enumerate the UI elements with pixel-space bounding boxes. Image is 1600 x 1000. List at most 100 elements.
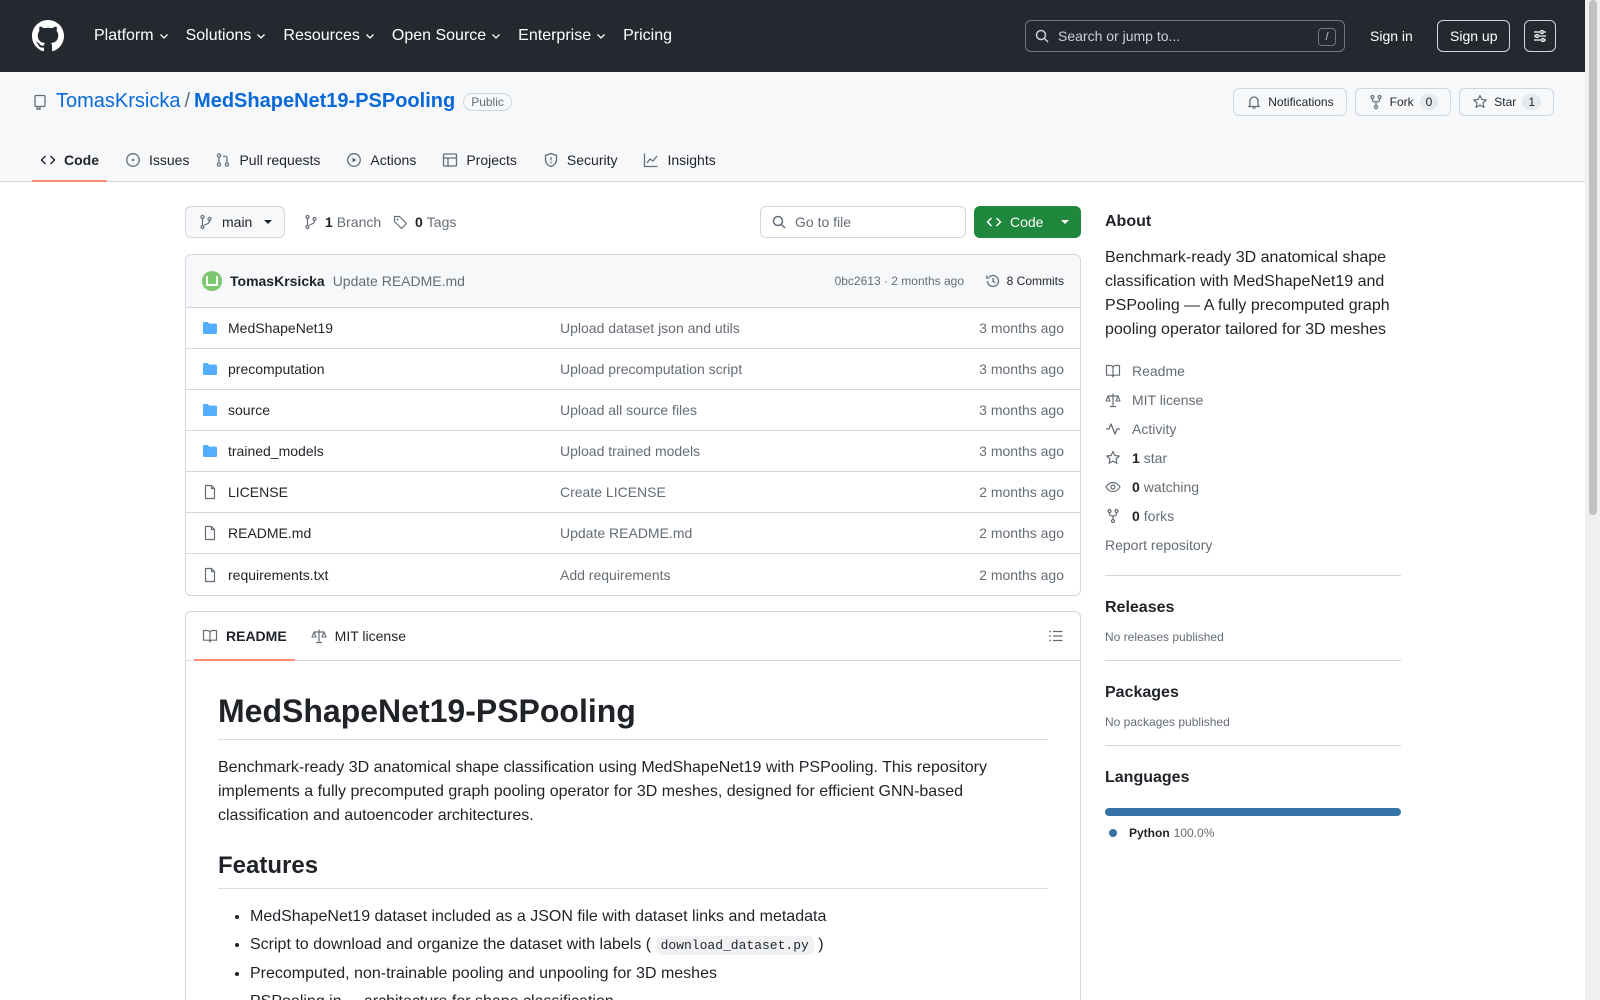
repo-owner-link[interactable]: TomasKrsicka [56, 90, 180, 113]
watchers-link[interactable]: 0 watching [1105, 472, 1401, 501]
stars-link[interactable]: 1 star [1105, 443, 1401, 472]
bell-icon [1248, 96, 1261, 109]
report-repository-link[interactable]: Report repository [1105, 530, 1401, 559]
nav-label: Solutions [185, 27, 252, 44]
tab-security[interactable]: Security [535, 138, 626, 182]
file-name[interactable]: README.md [228, 525, 311, 541]
file-row[interactable]: precomputation Upload precomputation scri… [186, 349, 1080, 390]
file-name[interactable]: source [228, 402, 270, 418]
tab-insights[interactable]: Insights [635, 138, 723, 182]
language-item[interactable]: Python 100.0% [1105, 826, 1401, 840]
file-row[interactable]: LICENSE Create LICENSE 2 months ago [186, 472, 1080, 513]
file-name[interactable]: precomputation [228, 361, 325, 377]
nav-solutions[interactable]: Solutions [178, 20, 276, 52]
license-link[interactable]: MIT license [1105, 385, 1401, 414]
file-row[interactable]: trained_models Upload trained models 3 mon… [186, 431, 1080, 472]
file-commit-message[interactable]: Upload dataset json and utils [560, 320, 740, 336]
menu-toggle-button[interactable] [1524, 20, 1556, 52]
tab-label: Issues [149, 152, 190, 168]
nav-pricing[interactable]: Pricing [615, 20, 680, 52]
forks-link[interactable]: 0 forks [1105, 501, 1401, 530]
law-icon [311, 629, 327, 644]
packages-note: No packages published [1105, 715, 1230, 729]
repo-name-link[interactable]: MedShapeNet19-PSPooling [194, 90, 455, 113]
file-icon [204, 484, 216, 500]
branch-selector[interactable]: main [185, 206, 286, 238]
activity-link[interactable]: Activity [1105, 414, 1401, 443]
notifications-label: Notifications [1268, 95, 1334, 109]
file-commit-message[interactable]: Upload trained models [560, 443, 700, 459]
tab-pull-requests[interactable]: Pull requests [207, 138, 328, 182]
license-tab[interactable]: MIT license [303, 612, 414, 660]
nav-enterprise[interactable]: Enterprise [510, 20, 615, 52]
notifications-button[interactable]: Notifications [1233, 88, 1347, 116]
language-color-dot [1109, 829, 1117, 837]
avatar[interactable] [202, 271, 222, 291]
stars-count: 1 [1132, 449, 1140, 466]
tab-projects[interactable]: Projects [434, 138, 525, 182]
language-bar [1105, 808, 1401, 816]
repo-title: TomasKrsicka / MedShapeNet19-PSPooling P… [32, 90, 512, 113]
branches-link[interactable]: 1 Branch [303, 206, 381, 238]
file-name[interactable]: requirements.txt [228, 567, 328, 583]
sign-in-link[interactable]: Sign in [1362, 20, 1421, 52]
tags-link[interactable]: 0 Tags [393, 206, 456, 238]
sign-up-button[interactable]: Sign up [1437, 20, 1511, 52]
scrollbar-thumb[interactable] [1589, 0, 1597, 515]
commit-author-link[interactable]: TomasKrsicka [230, 273, 325, 289]
packages-heading[interactable]: Packages [1105, 677, 1401, 709]
fork-button[interactable]: Fork 0 [1354, 88, 1452, 116]
commit-sha-time[interactable]: 0bc2613 · 2 months ago [835, 274, 964, 288]
github-logo-icon[interactable] [32, 20, 64, 52]
list-unordered-icon[interactable] [1048, 628, 1064, 644]
file-commit-time: 2 months ago [979, 566, 1064, 583]
tab-actions[interactable]: Actions [338, 138, 424, 182]
commits-history-link[interactable]: 8 Commits [985, 273, 1064, 289]
readme-link[interactable]: Readme [1105, 356, 1401, 385]
nav-open-source[interactable]: Open Source [384, 20, 510, 52]
file-commit-message[interactable]: Add requirements [560, 567, 671, 583]
languages-heading: Languages [1105, 769, 1190, 786]
releases-heading[interactable]: Releases [1105, 592, 1401, 624]
commit-message-link[interactable]: Update README.md [333, 273, 465, 289]
file-row[interactable]: MedShapeNet19 Upload dataset json and uti… [186, 308, 1080, 349]
fork-icon [1370, 94, 1382, 110]
file-commit-message[interactable]: Upload precomputation script [560, 361, 742, 377]
nav-resources[interactable]: Resources [275, 20, 383, 52]
chevron-down-icon [597, 34, 606, 39]
file-name[interactable]: LICENSE [228, 484, 288, 500]
repo-icon [34, 94, 46, 110]
branches-count: 1 [325, 214, 333, 230]
file-commit-message[interactable]: Update README.md [560, 525, 692, 541]
history-icon [985, 274, 999, 288]
file-name[interactable]: MedShapeNet19 [228, 320, 333, 336]
search-input[interactable]: Search or jump to... / [1025, 20, 1345, 52]
play-icon [347, 153, 362, 167]
file-row[interactable]: requirements.txt Add requirements 2 months… [186, 554, 1080, 595]
tab-code[interactable]: Code [32, 138, 107, 182]
watching-count: 0 [1132, 478, 1140, 495]
star-button[interactable]: Star 1 [1459, 88, 1554, 116]
tab-issues[interactable]: Issues [117, 138, 197, 182]
repo-actions: Notifications Fork 0 Star 1 [1233, 88, 1554, 116]
readme-tab[interactable]: README [194, 612, 295, 661]
folder-icon [203, 445, 217, 457]
readme-link-label: Readme [1132, 362, 1185, 379]
nav-platform[interactable]: Platform [86, 20, 178, 52]
file-commit-message[interactable]: Upload all source files [560, 402, 697, 418]
packages-section: Packages No packages published [1105, 660, 1401, 729]
file-row[interactable]: README.md Update README.md 2 months ago [186, 513, 1080, 554]
chevron-down-icon [365, 34, 374, 39]
file-commit-message[interactable]: Create LICENSE [560, 484, 666, 500]
go-to-file-input[interactable]: Go to file [760, 206, 966, 238]
feature-item: PSPooling in ... architecture for shape … [250, 990, 1048, 1000]
chevron-down-icon [492, 34, 501, 39]
file-commit-time: 2 months ago [979, 525, 1064, 541]
caret-down-icon [264, 220, 273, 224]
file-row[interactable]: source Upload all source files 3 months ag… [186, 390, 1080, 431]
inline-code: download_dataset.py [655, 936, 814, 955]
file-commit-time: 3 months ago [979, 443, 1064, 459]
file-name[interactable]: trained_models [228, 443, 324, 459]
code-dropdown-button[interactable]: Code [974, 206, 1081, 238]
readme-tab-label: README [226, 628, 287, 644]
